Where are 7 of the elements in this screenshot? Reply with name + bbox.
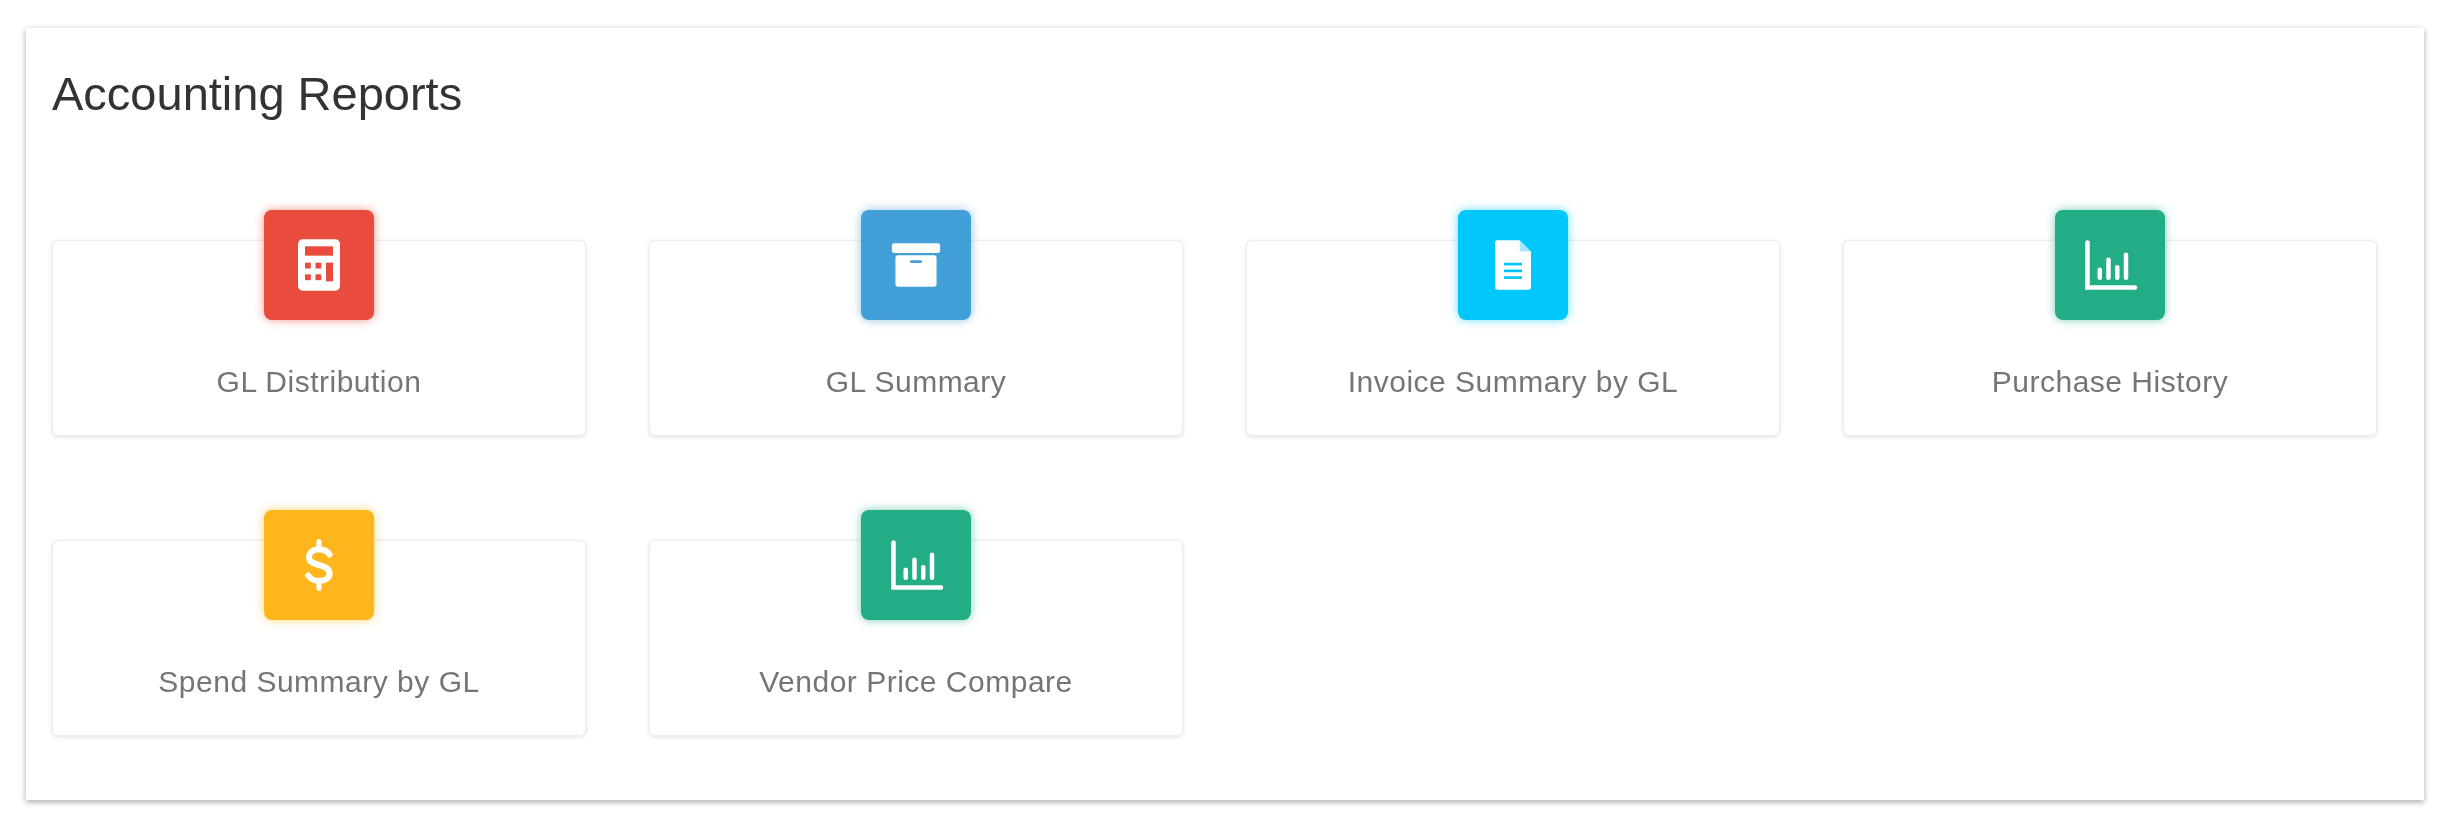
report-card[interactable]: Invoice Summary by GL xyxy=(1246,240,1780,437)
page-title: Accounting Reports xyxy=(52,66,464,122)
report-card[interactable]: Spend Summary by GL xyxy=(52,540,586,737)
report-card[interactable]: GL Summary xyxy=(649,240,1183,437)
report-card[interactable]: Purchase History xyxy=(1843,240,2377,437)
report-card[interactable]: Vendor Price Compare xyxy=(649,540,1183,737)
report-card[interactable]: GL Distribution xyxy=(52,240,586,437)
